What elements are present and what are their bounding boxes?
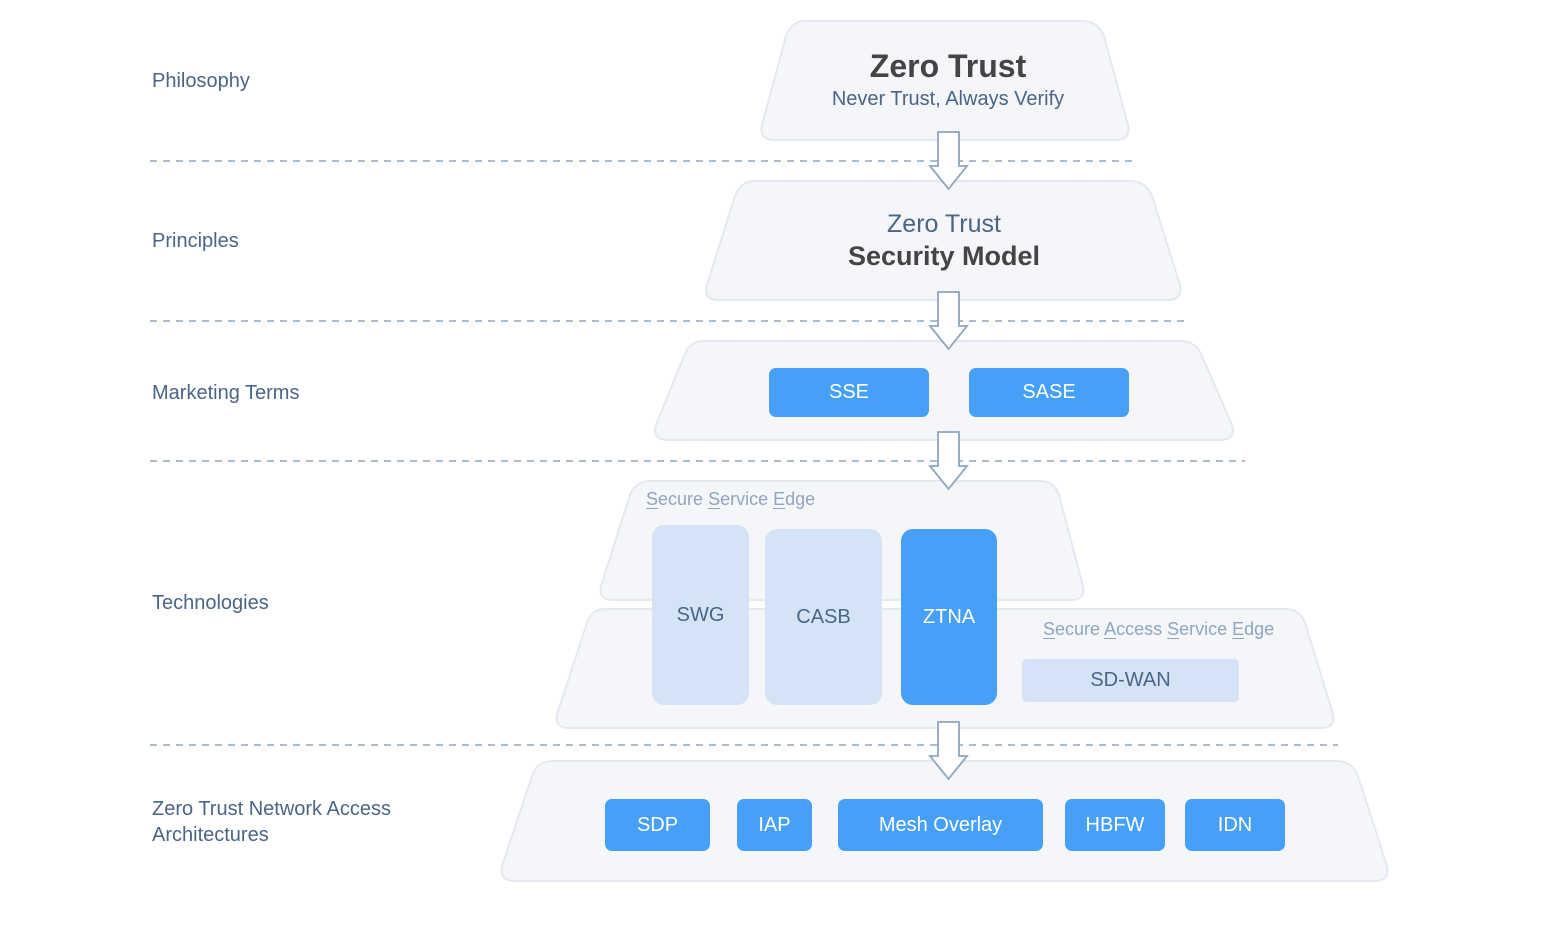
row-label-line: Zero Trust Network Access	[152, 798, 391, 820]
acronym-word: Secure	[646, 489, 704, 509]
acronym-word: Edge	[773, 489, 816, 509]
row-label-philosophy: Philosophy	[152, 70, 250, 92]
acronym-word: Service	[1167, 619, 1228, 639]
chip-casb: CASB	[765, 529, 882, 705]
chip-sd-wan: SD-WAN	[1022, 659, 1239, 702]
row-label-line: Architectures	[152, 824, 269, 846]
chip-swg: SWG	[652, 525, 749, 705]
chip-sase: SASE	[969, 368, 1129, 417]
tier-marketing	[654, 340, 1234, 441]
acronym-word: Edge	[1232, 619, 1275, 639]
chip-sdp: SDP	[605, 799, 710, 851]
acronym-word: Access	[1104, 619, 1163, 639]
acronym-word: Service	[708, 489, 769, 509]
row-label-ztna-architectures: Zero Trust Network Access Architectures	[152, 796, 391, 848]
group-label-secure-access-service-edge: Secure Access Service Edge	[1043, 619, 1274, 640]
principles-line2: Security Model	[847, 240, 1041, 271]
chip-mesh-overlay: Mesh Overlay	[838, 799, 1043, 851]
chip-hbfw: HBFW	[1065, 799, 1165, 851]
philosophy-title: Zero Trust	[869, 47, 1027, 84]
acronym-word: Secure	[1043, 619, 1101, 639]
chip-idn: IDN	[1185, 799, 1285, 851]
chip-iap: IAP	[737, 799, 812, 851]
philosophy-subtitle: Never Trust, Always Verify	[831, 87, 1065, 110]
row-label-principles: Principles	[152, 230, 239, 252]
chip-sse: SSE	[769, 368, 929, 417]
row-label-marketing-terms: Marketing Terms	[152, 382, 300, 404]
group-label-secure-service-edge: Secure Service Edge	[646, 489, 815, 510]
chip-ztna: ZTNA	[901, 529, 997, 705]
principles-line1: Zero Trust	[887, 209, 1001, 238]
row-label-technologies: Technologies	[152, 592, 269, 614]
